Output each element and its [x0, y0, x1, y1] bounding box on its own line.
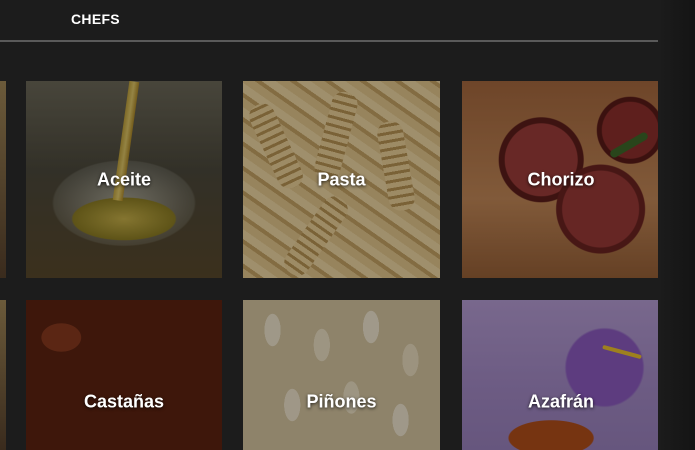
- top-bar: CHEFS: [0, 0, 695, 44]
- tile-aceite[interactable]: Aceite: [26, 81, 222, 278]
- tile-label: Chorizo: [527, 169, 595, 189]
- tile-image: [0, 81, 6, 278]
- tile-azafran[interactable]: Azafrán: [462, 300, 660, 450]
- tile-pasta[interactable]: Pasta: [243, 81, 440, 278]
- tile-partial-left-top[interactable]: [0, 81, 6, 278]
- header-divider: [0, 40, 658, 42]
- tile-chorizo[interactable]: Chorizo: [462, 81, 660, 278]
- tile-label: Castañas: [83, 391, 165, 412]
- tile-label: Aceite: [96, 169, 152, 189]
- tile-image: [0, 300, 6, 450]
- tile-label: Pasta: [317, 169, 366, 189]
- tile-partial-left-bottom[interactable]: [0, 300, 6, 450]
- tile-label: Azafrán: [527, 391, 594, 412]
- tile-castanas[interactable]: Castañas: [26, 300, 222, 450]
- nav-chefs[interactable]: CHEFS: [71, 11, 120, 27]
- tile-label: Piñones: [306, 391, 377, 412]
- tile-pinones[interactable]: Piñones: [243, 300, 440, 450]
- right-edge-shadow: [658, 0, 695, 450]
